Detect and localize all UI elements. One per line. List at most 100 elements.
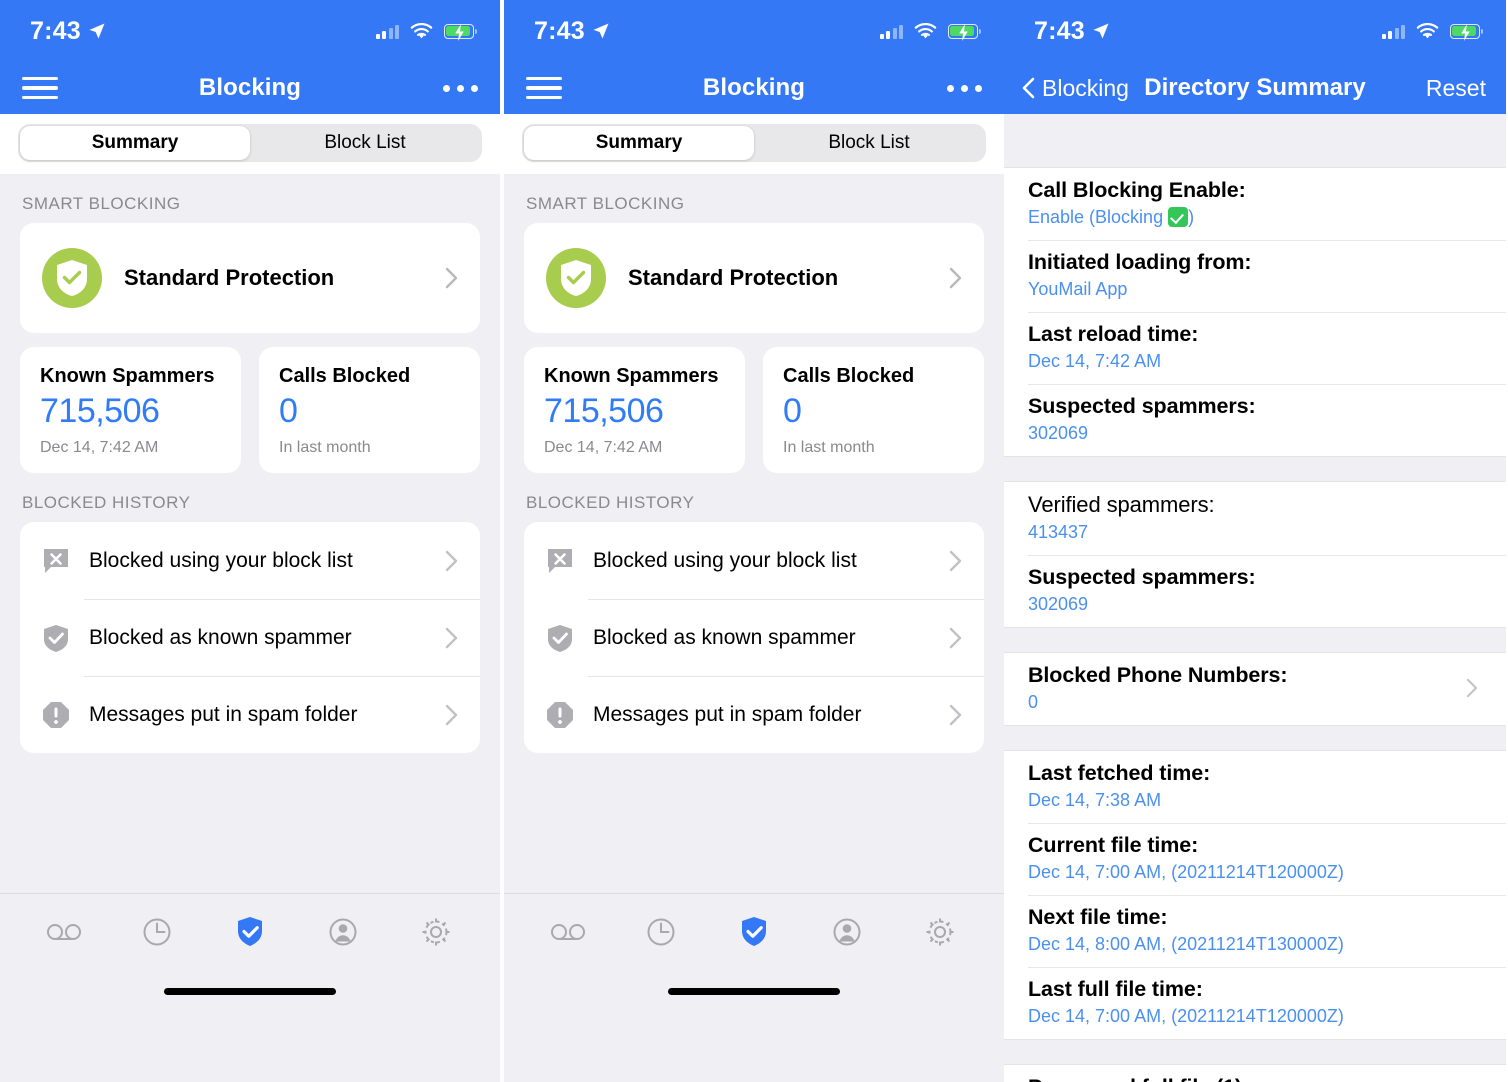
- status-bar: 7:43: [1004, 0, 1506, 62]
- clock-icon[interactable]: [137, 912, 177, 952]
- bottom-tab-bar: [0, 893, 500, 1008]
- tab-summary[interactable]: Summary: [20, 126, 250, 160]
- clock-icon[interactable]: [641, 912, 681, 952]
- wifi-icon: [1416, 22, 1439, 38]
- detail-key: Suspected spammers:: [1028, 565, 1256, 589]
- standard-protection-card[interactable]: Standard Protection: [524, 223, 984, 333]
- detail-key: Last full file time:: [1028, 977, 1203, 1001]
- standard-protection-row[interactable]: Standard Protection: [524, 223, 984, 333]
- detail-row-verified-spammers: Verified spammers: 413437: [1004, 482, 1506, 555]
- person-circle-icon[interactable]: [323, 912, 363, 952]
- tab-block-list[interactable]: Block List: [250, 126, 480, 160]
- detail-value-text: Enable (Blocking: [1028, 207, 1169, 227]
- detail-value: 413437: [1028, 522, 1089, 542]
- wifi-icon: [914, 22, 937, 38]
- detail-value: Dec 14, 7:00 AM, (20211214T120000Z): [1028, 1006, 1344, 1026]
- detail-value: 0: [1028, 692, 1039, 712]
- detail-row-call-blocking-enable: Call Blocking Enable: Enable (Blocking ): [1004, 168, 1506, 240]
- main-content: SMART BLOCKING Standard Protection Known…: [504, 174, 1004, 1008]
- stat-card-calls-blocked[interactable]: Calls Blocked 0 In last month: [259, 347, 480, 473]
- detail-key: Blocked Phone Numbers:: [1028, 663, 1288, 687]
- detail-key: Initiated loading from:: [1028, 250, 1252, 274]
- standard-protection-row[interactable]: Standard Protection: [20, 223, 480, 333]
- list-item-label: Blocked as known spammer: [593, 625, 856, 649]
- group-separator: [1004, 627, 1506, 653]
- section-label-blocked-history: BLOCKED HISTORY: [22, 493, 191, 512]
- standard-protection-card[interactable]: Standard Protection: [20, 223, 480, 333]
- cellular-signal-icon: [375, 24, 399, 39]
- list-item-label: Messages put in spam folder: [89, 702, 358, 726]
- stat-subtitle: Dec 14, 7:42 AM: [544, 439, 663, 456]
- stat-card-calls-blocked[interactable]: Calls Blocked 0 In last month: [763, 347, 984, 473]
- section-label-smart-blocking: SMART BLOCKING: [22, 194, 181, 213]
- segmented-control[interactable]: Summary Block List: [18, 124, 482, 162]
- chevron-right-icon: [445, 267, 458, 289]
- more-options-icon[interactable]: [947, 84, 982, 92]
- battery-charging-icon: [444, 23, 477, 41]
- stat-card-known-spammers[interactable]: Known Spammers 715,506 Dec 14, 7:42 AM: [20, 347, 241, 473]
- list-item[interactable]: Messages put in spam folder: [20, 676, 480, 753]
- reset-button[interactable]: Reset: [1426, 75, 1486, 102]
- gear-icon[interactable]: [920, 912, 960, 952]
- detail-key: Call Blocking Enable:: [1028, 178, 1246, 202]
- stat-value: 715,506: [40, 392, 160, 430]
- person-circle-icon[interactable]: [827, 912, 867, 952]
- cellular-signal-icon: [1381, 24, 1405, 39]
- status-time: 7:43: [534, 16, 585, 45]
- directory-summary-list: Call Blocking Enable: Enable (Blocking )…: [1004, 114, 1506, 1082]
- list-item[interactable]: Blocked as known spammer: [524, 599, 984, 676]
- shield-check-filled-icon[interactable]: [230, 912, 270, 952]
- status-time: 7:43: [30, 16, 81, 45]
- nav-bar: Blocking Directory Summary Reset: [1004, 62, 1506, 114]
- detail-key: Suspected spammers:: [1028, 394, 1256, 418]
- blocking-screen-panel-2: 7:43 Blocking Summary Block List SMART B…: [504, 0, 1004, 1082]
- stat-value: 715,506: [544, 392, 664, 430]
- detail-value: 302069: [1028, 423, 1089, 443]
- list-item[interactable]: Blocked using your block list: [20, 522, 480, 599]
- battery-charging-icon: [1450, 23, 1483, 41]
- detail-row-current-file-time: Current file time: Dec 14, 7:00 AM, (202…: [1004, 823, 1506, 895]
- status-bar: 7:43: [0, 0, 500, 62]
- shield-check-filled-icon[interactable]: [734, 912, 774, 952]
- green-check-icon: [1168, 207, 1189, 227]
- stats-row: Known Spammers 715,506 Dec 14, 7:42 AM C…: [524, 347, 984, 473]
- more-options-icon[interactable]: [443, 84, 478, 92]
- segmented-control[interactable]: Summary Block List: [522, 124, 986, 162]
- detail-row-last-reload-time: Last reload time: Dec 14, 7:42 AM: [1004, 312, 1506, 384]
- warning-octagon-icon: [43, 701, 69, 728]
- directory-summary-panel-3: 7:43 Blocking Directory Summary Reset Ca…: [1004, 0, 1506, 1082]
- detail-key: Verified spammers:: [1028, 492, 1215, 517]
- voicemail-icon[interactable]: [44, 912, 84, 952]
- detail-row-processed-full-file: Processed full file (1):: [1004, 1065, 1506, 1082]
- detail-value: YouMail App: [1028, 279, 1128, 299]
- voicemail-icon[interactable]: [548, 912, 588, 952]
- chevron-right-icon: [949, 627, 962, 648]
- section-label-smart-blocking: SMART BLOCKING: [526, 194, 685, 213]
- detail-row-last-full-file-time: Last full file time: Dec 14, 7:00 AM, (2…: [1004, 967, 1506, 1039]
- detail-value-suffix: ): [1188, 207, 1195, 227]
- gear-icon[interactable]: [416, 912, 456, 952]
- detail-value: Dec 14, 7:00 AM, (20211214T120000Z): [1028, 862, 1344, 882]
- detail-row-next-file-time: Next file time: Dec 14, 8:00 AM, (202112…: [1004, 895, 1506, 967]
- main-content: SMART BLOCKING Standard Protection Known…: [0, 174, 500, 1008]
- blocked-history-card: Blocked using your block list Blocked as…: [524, 522, 984, 753]
- chevron-right-icon: [949, 550, 962, 571]
- message-block-icon: [548, 548, 572, 573]
- location-arrow-icon: [1093, 23, 1109, 39]
- stat-card-known-spammers[interactable]: Known Spammers 715,506 Dec 14, 7:42 AM: [524, 347, 745, 473]
- shield-check-icon: [548, 624, 572, 652]
- tab-summary[interactable]: Summary: [524, 126, 754, 160]
- chevron-right-icon: [1466, 678, 1478, 698]
- list-item[interactable]: Blocked as known spammer: [20, 599, 480, 676]
- list-top-spacer: [1004, 114, 1506, 168]
- list-item[interactable]: Blocked using your block list: [524, 522, 984, 599]
- tab-block-list[interactable]: Block List: [754, 126, 984, 160]
- chevron-right-icon: [949, 704, 962, 725]
- stat-title: Known Spammers: [40, 365, 215, 387]
- stat-value: 0: [783, 392, 802, 430]
- list-item[interactable]: Messages put in spam folder: [524, 676, 984, 753]
- list-item-label: Blocked using your block list: [593, 548, 857, 572]
- detail-row-blocked-phone-numbers[interactable]: Blocked Phone Numbers: 0: [1004, 653, 1506, 725]
- detail-text-wrap: Blocked Phone Numbers: 0: [1028, 663, 1466, 713]
- shield-check-icon: [546, 248, 606, 308]
